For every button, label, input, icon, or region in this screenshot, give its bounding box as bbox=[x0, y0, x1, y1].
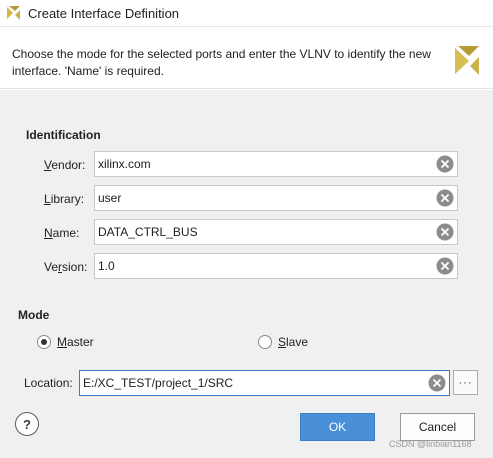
location-value: E:/XC_TEST/project_1/SRC bbox=[83, 376, 234, 390]
dialog-content: Identification Vendor: xilinx.com Librar… bbox=[0, 90, 493, 458]
slave-radio-label: Slave bbox=[278, 335, 309, 349]
clear-icon[interactable] bbox=[436, 257, 454, 275]
slave-radio[interactable] bbox=[258, 335, 272, 349]
version-value: 1.0 bbox=[98, 259, 115, 273]
name-label: Name: bbox=[44, 226, 80, 240]
name-value: DATA_CTRL_BUS bbox=[98, 225, 198, 239]
version-label: Version: bbox=[44, 260, 88, 274]
version-field[interactable]: 1.0 bbox=[94, 253, 458, 279]
clear-icon[interactable] bbox=[436, 223, 454, 241]
xilinx-logo-icon bbox=[7, 6, 20, 20]
clear-icon[interactable] bbox=[428, 374, 446, 392]
help-button[interactable]: ? bbox=[15, 412, 39, 436]
header-description: Choose the mode for the selected ports a… bbox=[12, 47, 431, 78]
window-title: Create Interface Definition bbox=[28, 6, 180, 21]
identification-group-title: Identification bbox=[26, 128, 101, 142]
clear-icon[interactable] bbox=[436, 155, 454, 173]
library-value: user bbox=[98, 191, 122, 205]
title-bar: Create Interface Definition bbox=[0, 0, 493, 27]
master-radio[interactable] bbox=[37, 335, 51, 349]
slave-radio-option[interactable]: Slave bbox=[258, 335, 308, 349]
browse-button[interactable]: ··· bbox=[453, 370, 478, 395]
dialog-header: Choose the mode for the selected ports a… bbox=[0, 27, 493, 89]
library-field[interactable]: user bbox=[94, 185, 458, 211]
vendor-field[interactable]: xilinx.com bbox=[94, 151, 458, 177]
master-radio-option[interactable]: Master bbox=[37, 335, 94, 349]
vendor-label: Vendor: bbox=[44, 158, 86, 172]
vendor-value: xilinx.com bbox=[98, 157, 151, 171]
location-label: Location: bbox=[24, 376, 73, 390]
master-radio-label: Master bbox=[57, 335, 94, 349]
ok-button[interactable]: OK bbox=[300, 413, 375, 441]
clear-icon[interactable] bbox=[436, 189, 454, 207]
name-field[interactable]: DATA_CTRL_BUS bbox=[94, 219, 458, 245]
watermark: CSDN @linbian1168 bbox=[389, 439, 472, 449]
cancel-button[interactable]: Cancel bbox=[400, 413, 475, 441]
xilinx-logo-icon bbox=[455, 46, 479, 75]
library-label: Library: bbox=[44, 192, 85, 206]
mode-group-title: Mode bbox=[18, 308, 50, 322]
location-field[interactable]: E:/XC_TEST/project_1/SRC bbox=[79, 370, 450, 396]
